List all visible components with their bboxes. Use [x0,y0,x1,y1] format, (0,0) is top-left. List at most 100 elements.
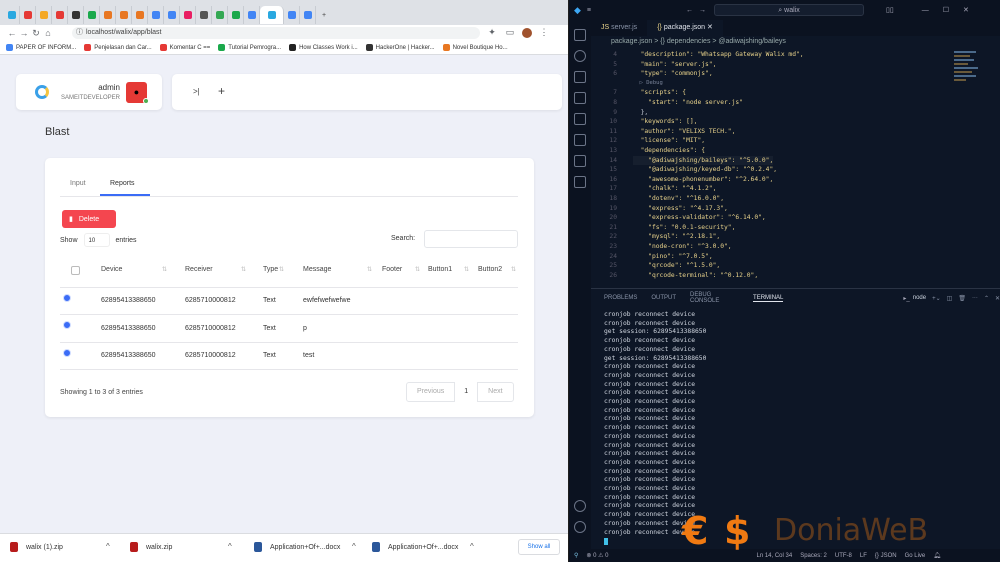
extensions-icon[interactable] [574,113,586,125]
minimize-icon[interactable]: — [922,7,929,14]
bookmark[interactable]: How Classes Work i... [289,44,358,51]
prev-button[interactable]: Previous [407,382,454,402]
panel-tab-problems[interactable]: PROBLEMS [604,295,637,301]
menu-icon[interactable]: ⋮ [538,27,550,38]
browser-tab[interactable] [148,6,164,24]
reload-icon[interactable]: ↻ [30,28,42,39]
tab-close-icon[interactable]: ✕ [707,24,713,31]
bookmark[interactable]: Komentar C == [159,44,210,51]
page-1-button[interactable]: 1 [454,382,479,402]
bookmark[interactable]: Penjelasan dan Car... [84,44,152,51]
language-mode[interactable]: {} JSON [875,553,897,559]
chevron-up-icon[interactable]: ^ [106,542,110,551]
browser-tab-active[interactable] [260,6,284,24]
line-ending[interactable]: LF [860,553,867,559]
chevron-up-icon[interactable]: ^ [228,542,232,551]
terminal-name[interactable]: node [913,295,926,301]
browser-tab[interactable] [20,6,36,24]
layout-icon[interactable]: ▯▯ [886,6,894,14]
browser-tab[interactable] [244,6,260,24]
settings-gear-icon[interactable] [574,521,586,533]
next-button[interactable]: Next [478,382,512,402]
browser-tab[interactable] [52,6,68,24]
row-expand-icon[interactable] [63,294,71,302]
explorer-icon[interactable] [574,29,586,41]
show-all-button[interactable]: Show all [518,539,560,555]
browser-tab[interactable] [4,6,20,24]
browser-tab[interactable] [284,6,300,24]
bookmark[interactable]: PAPER OF INFORM... [6,44,76,51]
command-center[interactable]: ⌕ walix [714,4,865,16]
delete-button[interactable]: ▮ Delete [62,210,116,228]
row-expand-icon[interactable] [63,349,71,357]
browser-tab[interactable] [84,6,100,24]
menu-icon[interactable]: ≡ [587,7,591,14]
browser-tab[interactable] [68,6,84,24]
browser-tab[interactable] [132,6,148,24]
col-button1[interactable]: Button1 [428,266,452,273]
chevron-up-icon[interactable]: ^ [470,542,474,551]
tab-input[interactable]: Input [70,180,86,187]
col-button2[interactable]: Button2 [478,266,502,273]
close-panel-icon[interactable]: ✕ [995,295,1000,302]
code-editor[interactable]: 4 "description": "Whatsapp Gateway Walix… [591,48,951,288]
tab-package-json[interactable]: {} package.json ✕ [647,20,723,36]
bookmark[interactable]: Tutorial Pemrogra... [218,44,281,51]
bookmark[interactable]: HackerOne | Hacker... [365,44,435,51]
col-type[interactable]: Type [263,266,278,273]
col-message[interactable]: Message [303,266,331,273]
forward-icon[interactable]: → [18,28,30,38]
col-footer[interactable]: Footer [382,266,402,273]
new-tab-button[interactable]: + [316,6,332,24]
browser-tab[interactable] [100,6,116,24]
download-item[interactable]: walix (1).zip [10,542,63,552]
collapse-sidebar-button[interactable]: >| [193,87,200,96]
split-terminal-icon[interactable]: ◫ [947,295,953,302]
col-device[interactable]: Device [101,266,122,273]
remote-explorer-icon[interactable] [574,134,586,146]
search-icon[interactable] [574,50,586,62]
tab-reports[interactable]: Reports [110,180,135,187]
encoding[interactable]: UTF-8 [835,553,852,559]
tab-server-js[interactable]: JS server.js [591,20,647,36]
source-control-icon[interactable] [574,71,586,83]
row-expand-icon[interactable] [63,321,71,329]
cursor-position[interactable]: Ln 14, Col 34 [757,553,793,559]
search-input[interactable] [424,230,518,248]
panel-tab-debug-console[interactable]: DEBUG CONSOLE [690,292,739,304]
browser-tab[interactable] [180,6,196,24]
browser-tab[interactable] [212,6,228,24]
account-icon[interactable] [574,500,586,512]
browser-tab[interactable] [164,6,180,24]
go-live-button[interactable]: Go Live [905,553,926,559]
run-debug-icon[interactable] [574,92,586,104]
download-item[interactable]: walix.zip [130,542,172,552]
browser-tab[interactable] [116,6,132,24]
browser-tab[interactable] [300,6,316,24]
download-item[interactable]: Application+Of+...docx [372,542,458,552]
entries-select[interactable]: 10 [83,233,110,247]
bookmark[interactable]: Novel Boutique Ho... [442,44,508,51]
download-item[interactable]: Application+Of+...docx [254,542,340,552]
close-icon[interactable]: ✕ [963,6,969,14]
remote-icon[interactable]: ⚲ [574,552,578,559]
profile-avatar[interactable] [522,27,532,38]
select-all-checkbox[interactable] [71,266,80,275]
browser-tab[interactable] [196,6,212,24]
back-icon[interactable]: ← [686,7,693,14]
trash-icon[interactable]: 🗑︎ [958,295,966,302]
panel-tab-terminal[interactable]: TERMINAL [753,295,784,302]
maximize-panel-icon[interactable]: ⌃ [984,295,989,302]
browser-tab[interactable] [228,6,244,24]
notifications-icon[interactable]: 🔔︎ [933,552,941,559]
puzzle-icon[interactable]: ✦ [486,27,498,38]
maximize-icon[interactable]: ☐ [943,6,949,14]
docker-icon[interactable] [574,176,586,188]
new-terminal-icon[interactable]: +⌄ [932,295,941,302]
browser-tab[interactable] [36,6,52,24]
chevron-up-icon[interactable]: ^ [352,542,356,551]
address-bar[interactable]: ⓘ localhost/walix/app/blast [72,27,480,39]
panel-tab-output[interactable]: OUTPUT [651,295,676,301]
home-icon[interactable]: ⌂ [42,28,54,38]
more-icon[interactable]: ··· [972,295,978,301]
